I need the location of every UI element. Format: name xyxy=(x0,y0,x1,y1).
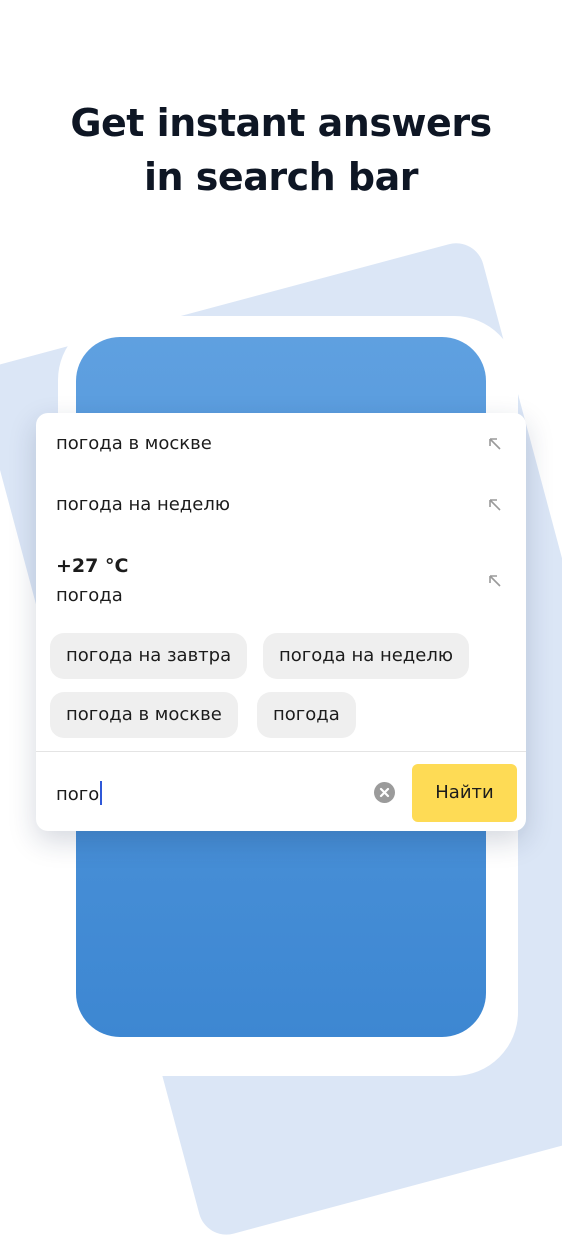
arrow-up-left-icon[interactable] xyxy=(488,574,502,588)
suggestion-chip[interactable]: погода xyxy=(257,692,356,738)
headline-line-1: Get instant answers xyxy=(70,101,492,145)
search-input[interactable]: пого xyxy=(56,781,103,805)
text-caret xyxy=(100,781,103,805)
weather-temperature: +27 °C xyxy=(56,555,129,577)
search-query-text: пого xyxy=(56,784,100,805)
suggestion-text: погода в москве xyxy=(56,433,212,454)
arrow-up-left-icon[interactable] xyxy=(488,498,502,512)
suggestion-chip[interactable]: погода на завтра xyxy=(50,633,248,679)
search-suggestions-panel: погода в москве погода на неделю +27 °C … xyxy=(36,413,526,831)
suggestion-chip[interactable]: погода в москве xyxy=(50,692,238,738)
headline: Get instant answers in search bar xyxy=(0,96,562,204)
suggestion-item[interactable]: погода на неделю xyxy=(56,494,506,518)
weather-label: погода xyxy=(56,585,123,606)
weather-suggestion[interactable]: +27 °C погода xyxy=(56,555,506,611)
suggestion-item[interactable]: погода в москве xyxy=(56,433,506,457)
suggestion-text: погода на неделю xyxy=(56,494,230,515)
suggestion-chip[interactable]: погода на неделю xyxy=(263,633,469,679)
arrow-up-left-icon[interactable] xyxy=(488,437,502,451)
divider xyxy=(36,751,526,752)
find-button[interactable]: Найти xyxy=(412,764,517,822)
headline-line-2: in search bar xyxy=(144,155,418,199)
clear-icon[interactable] xyxy=(374,782,395,803)
